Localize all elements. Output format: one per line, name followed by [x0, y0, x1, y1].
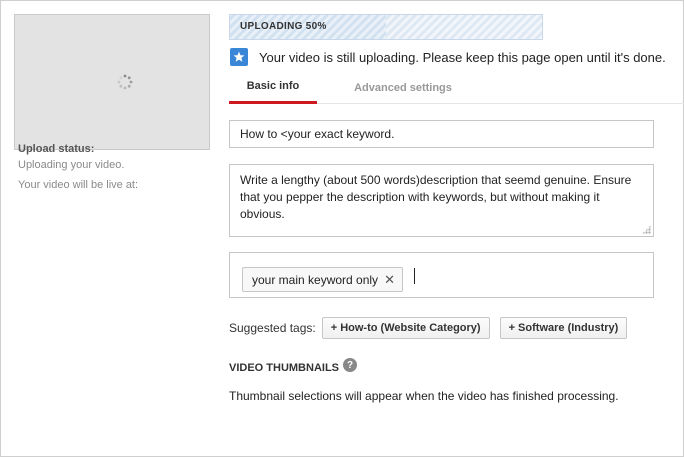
suggested-tags: Suggested tags: + How-to (Website Catego… — [229, 317, 637, 339]
resize-grip-icon[interactable] — [642, 225, 651, 234]
tag-chip-label: your main keyword only — [252, 272, 379, 287]
video-preview-placeholder — [14, 14, 210, 150]
upload-notice: Your video is still uploading. Please ke… — [230, 47, 666, 67]
video-thumbnails-title: VIDEO THUMBNAILS — [229, 362, 339, 374]
upload-progress-label: UPLOADING 50% — [240, 21, 327, 32]
tag-chip: your main keyword only ✕ — [242, 267, 403, 292]
tags-input[interactable]: your main keyword only ✕ — [229, 252, 654, 298]
suggested-tags-label: Suggested tags: — [229, 321, 316, 335]
upload-page: Upload status: Uploading your video. You… — [0, 0, 684, 457]
upload-progress-bar: UPLOADING 50% — [229, 14, 543, 40]
description-textarea[interactable]: Write a lengthy (about 500 words)descrip… — [229, 164, 654, 237]
help-icon[interactable]: ? — [343, 358, 357, 372]
upload-status-panel: Upload status: Uploading your video. You… — [18, 143, 213, 191]
upload-status-message: Uploading your video. — [18, 159, 125, 171]
suggested-tag-how-to-button[interactable]: + How-to (Website Category) — [321, 317, 490, 339]
suggested-tag-software-button[interactable]: + Software (Industry) — [499, 317, 628, 339]
tab-advanced-settings[interactable]: Advanced settings — [317, 71, 489, 104]
settings-tabs: Basic info Advanced settings — [229, 71, 684, 104]
video-thumbnails-heading: VIDEO THUMBNAILS ? — [229, 358, 357, 374]
remove-tag-icon[interactable]: ✕ — [384, 273, 395, 286]
title-input[interactable]: How to <your exact keyword. — [229, 120, 654, 148]
text-caret — [414, 268, 415, 284]
star-icon — [230, 48, 248, 66]
tab-basic-info[interactable]: Basic info — [229, 71, 317, 104]
upload-notice-text: Your video is still uploading. Please ke… — [259, 49, 666, 65]
thumbnail-processing-note: Thumbnail selections will appear when th… — [229, 389, 619, 403]
description-text: Write a lengthy (about 500 words)descrip… — [240, 173, 632, 221]
upload-status-label: Upload status: — [18, 143, 95, 155]
loading-spinner-icon — [117, 74, 133, 90]
video-live-url-label: Your video will be live at: — [18, 179, 139, 191]
